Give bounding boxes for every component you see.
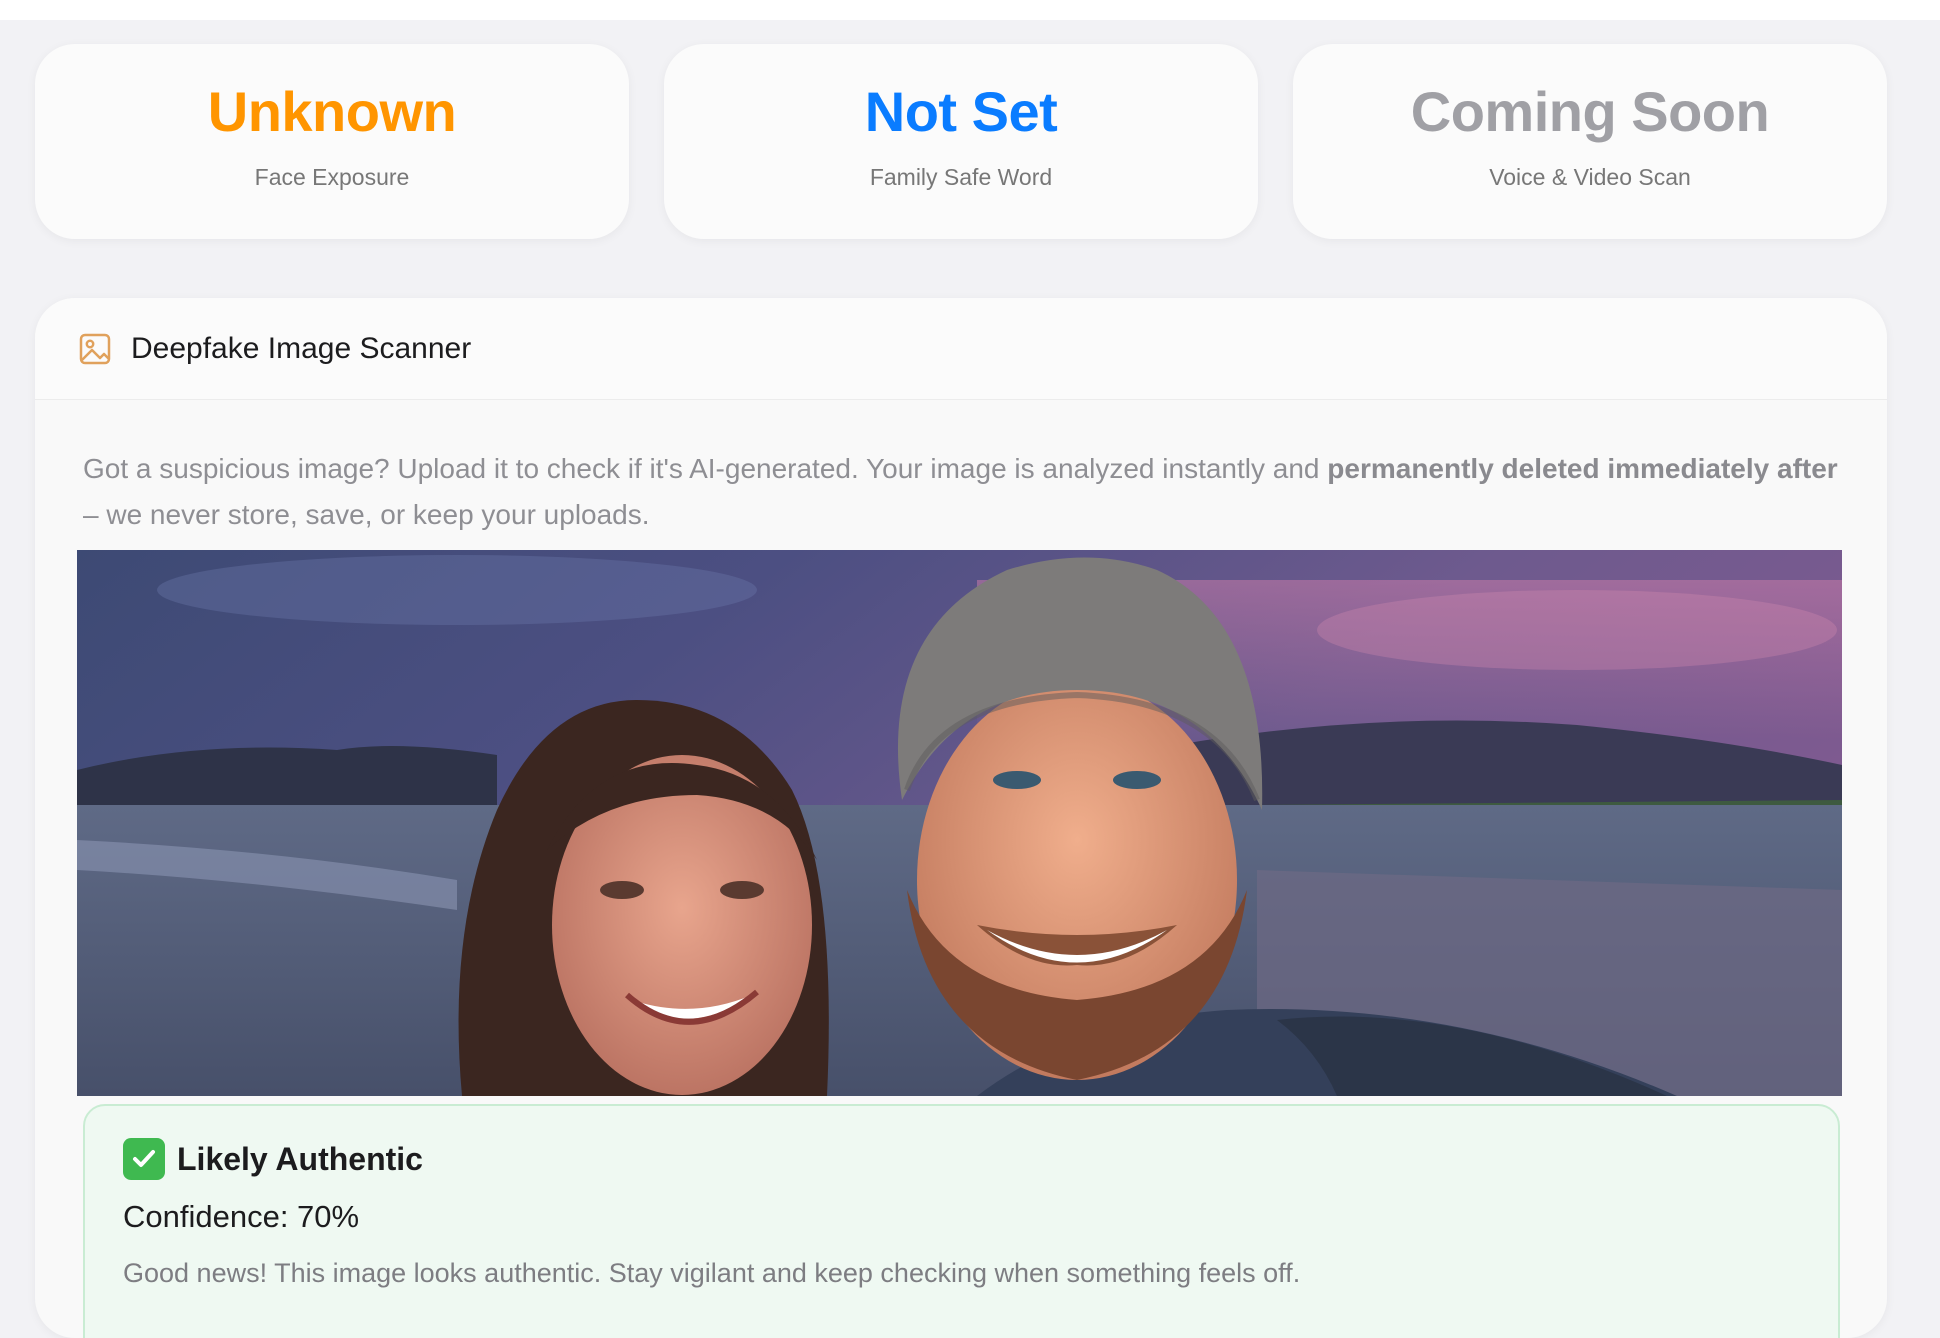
- result-message: Good news! This image looks authentic. S…: [123, 1258, 1301, 1288]
- uploaded-photo: [77, 550, 1842, 1096]
- check-mark-icon: [123, 1138, 165, 1180]
- uploaded-image-preview[interactable]: [77, 550, 1842, 1096]
- image-icon: [79, 333, 111, 364]
- voice-video-scan-card[interactable]: Coming Soon Voice & Video Scan: [1293, 44, 1887, 239]
- result-confidence: Confidence: 70%: [123, 1199, 360, 1234]
- deletion-notice: permanently deleted immediately after: [1327, 453, 1838, 484]
- family-safe-word-value: Not Set: [864, 80, 1058, 143]
- panel-title: Deepfake Image Scanner: [131, 331, 472, 365]
- face-exposure-value: Unknown: [207, 80, 457, 143]
- face-exposure-card[interactable]: Unknown Face Exposure: [35, 44, 629, 239]
- panel-header: Deepfake Image Scanner: [35, 298, 1887, 400]
- stats-row: Unknown Face Exposure Not Set Family Saf…: [35, 44, 1887, 239]
- result-header: Likely Authentic: [123, 1138, 423, 1180]
- top-bar: [0, 0, 1940, 20]
- voice-video-scan-value: Coming Soon: [1410, 80, 1770, 143]
- family-safe-word-card[interactable]: Not Set Family Safe Word: [664, 44, 1258, 239]
- face-exposure-label: Face Exposure: [254, 164, 410, 190]
- family-safe-word-label: Family Safe Word: [869, 164, 1053, 190]
- voice-video-scan-label: Voice & Video Scan: [1489, 164, 1691, 190]
- result-verdict: Likely Authentic: [177, 1140, 423, 1177]
- scanner-description: Got a suspicious image? Upload it to che…: [83, 453, 1838, 530]
- scan-result-card: Likely Authentic Confidence: 70% Good ne…: [83, 1104, 1840, 1338]
- deepfake-scanner-panel: Deepfake Image Scanner Got a suspicious …: [35, 298, 1887, 1338]
